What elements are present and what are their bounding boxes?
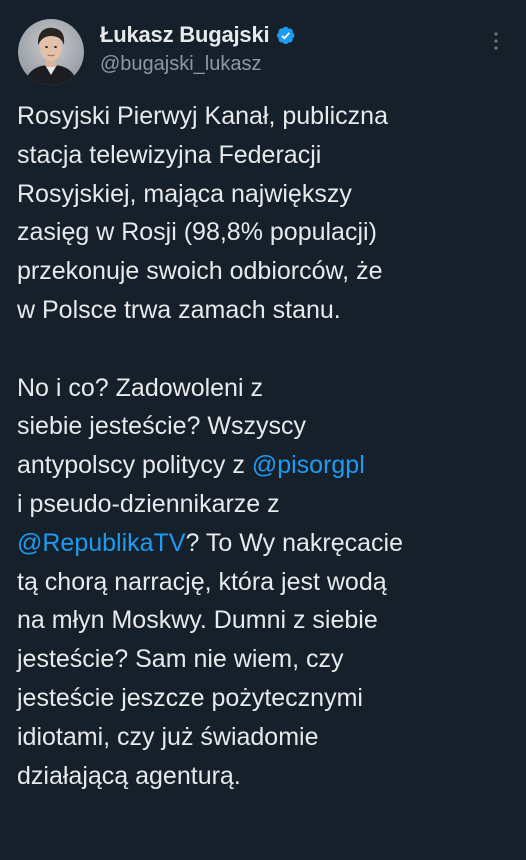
tweet-line: zasięg w Rosji (98,8% populacji) <box>17 218 377 247</box>
tweet-text-segment: antypolscy politycy z <box>17 451 252 480</box>
tweet-header: Łukasz Bugajski @bugajski_lukasz <box>18 19 508 89</box>
tweet-line: antypolscy politycy z @pisorgpl <box>17 446 517 485</box>
mention-link[interactable]: @pisorgpl <box>252 451 365 479</box>
more-options-icon[interactable] <box>492 31 500 51</box>
tweet: Łukasz Bugajski @bugajski_lukasz Rosyjsk… <box>0 0 526 860</box>
tweet-line: jesteście jeszcze pożytecznymi <box>17 683 363 712</box>
tweet-line: w Polsce trwa zamach stanu. <box>17 295 341 324</box>
verified-badge-icon <box>277 26 295 45</box>
tweet-line: i pseudo-dziennikarze z <box>17 489 280 518</box>
tweet-text-segment: ? To Wy nakręcacie <box>185 528 403 557</box>
tweet-line: przekonuje swoich odbiorców, że <box>17 257 383 286</box>
tweet-text: Rosyjski Pierwyj Kanał, publiczna stacja… <box>17 97 517 795</box>
tweet-line: na młyn Moskwy. Dumni z siebie <box>17 606 378 635</box>
name-row: Łukasz Bugajski <box>100 21 296 49</box>
tweet-line: No i co? Zadowoleni z <box>17 373 263 402</box>
tweet-line: stacja telewizyjna Federacji <box>17 140 322 169</box>
tweet-line: idiotami, czy już świadomie <box>17 722 319 751</box>
author-block: Łukasz Bugajski @bugajski_lukasz <box>100 21 296 76</box>
tweet-line: jesteście? Sam nie wiem, czy <box>17 645 344 674</box>
tweet-line: Rosyjskiej, mająca największy <box>17 179 352 208</box>
tweet-line: siebie jesteście? Wszyscy <box>17 412 306 441</box>
tweet-line: tą chorą narrację, która jest wodą <box>17 567 387 596</box>
display-name[interactable]: Łukasz Bugajski <box>100 22 270 48</box>
mention-link[interactable]: @RepublikaTV <box>17 529 186 557</box>
avatar[interactable] <box>18 19 84 85</box>
tweet-line: @RepublikaTV? To Wy nakręcacie <box>17 524 517 563</box>
tweet-line: działającą agenturą. <box>17 761 241 790</box>
tweet-line: Rosyjski Pierwyj Kanał, publiczna <box>17 102 388 130</box>
handle[interactable]: @bugajski_lukasz <box>100 53 296 76</box>
